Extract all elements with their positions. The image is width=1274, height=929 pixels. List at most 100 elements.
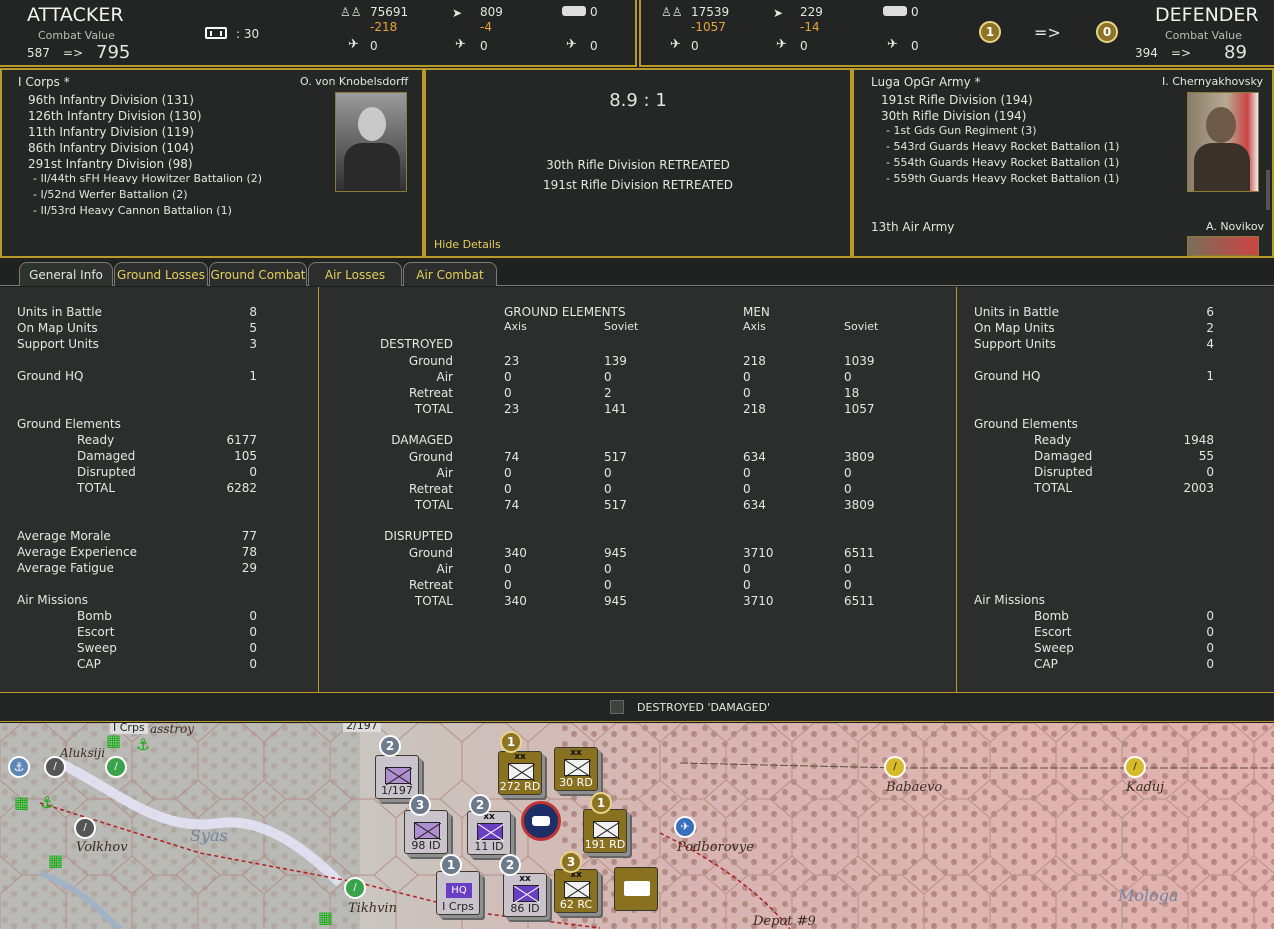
gun-icon: ➤ [452,6,463,20]
supply-counter[interactable] [614,867,658,911]
loss-row-label: Air [436,562,453,576]
att-air2: 0 [480,39,488,53]
loss-row-label: Ground [408,546,453,560]
airbase-icon[interactable]: / [74,817,96,839]
stat-label: Ready [1034,433,1072,447]
def-guns-loss: -14 [800,20,820,34]
unit-counter[interactable]: xx 86 ID [503,873,547,917]
attacker-commander-portrait[interactable] [335,92,407,192]
unit-counter[interactable]: HQ I Crps [436,871,480,915]
support-item[interactable]: - 559th Guards Heavy Rocket Battalion (1… [886,171,1119,187]
loss-value: 0 [743,386,751,400]
tab-general-info[interactable]: General Info [19,262,113,286]
stat-value: 77 [241,529,257,543]
unit-counter[interactable]: xx 11 ID [467,811,511,855]
support-item[interactable]: - I/52nd Werfer Battalion (2) [33,187,262,203]
place-label: Babaevo [886,780,943,795]
stat-label: Average Experience [17,545,138,559]
airbase-icon[interactable]: / [44,756,66,778]
support-item[interactable]: - II/53rd Heavy Cannon Battalion (1) [33,203,262,219]
unit-counter[interactable]: 191 RD [583,809,627,853]
loss-value: 0 [504,386,512,400]
tab-air-losses[interactable]: Air Losses [308,262,402,286]
airbase-icon[interactable]: / [884,756,906,778]
stat-label: TOTAL [77,481,116,495]
airbase-icon[interactable]: / [1124,756,1146,778]
loss-value: 74 [504,450,520,464]
division-item[interactable]: 96th Infantry Division (131) [28,92,202,108]
stat-value: 0 [249,609,257,623]
support-item[interactable]: - 1st Gds Gun Regiment (3) [886,123,1119,139]
unit-counter[interactable]: 98 ID [404,810,448,854]
support-item[interactable]: - 543rd Guards Heavy Rocket Battalion (1… [886,139,1119,155]
defender-commander-portrait[interactable] [1187,92,1259,192]
attacker-level-badge: 1 [979,21,1001,43]
airbase-icon[interactable]: / [105,756,127,778]
loss-row-label: TOTAL [414,498,453,512]
unit-level-badge: 1 [500,731,522,753]
destroyed-damaged-checkbox[interactable] [610,700,624,714]
unit-counter[interactable]: xx 62 RC [554,869,598,913]
anchor-icon: ⚓ [136,735,151,754]
tank-icon [562,6,586,16]
air-hq[interactable]: 13th Air Army [871,219,954,235]
infantry-symbol [564,759,591,777]
stat-label: Support Units [974,337,1056,351]
stat-value: 0 [249,657,257,671]
division-item[interactable]: 291st Infantry Division (98) [28,156,202,172]
unit-label: 30 RD [559,776,593,789]
air-commander: A. Novikov [1206,220,1265,233]
combat-marker-icon[interactable] [521,801,561,841]
unit-counter[interactable]: xx 30 RD [554,747,598,791]
right-stats-panel: Units in Battle 6 On Map Units 2 Support Uni… [957,287,1274,692]
place-label: asstroy [150,723,195,736]
stat-value: 5 [249,321,257,335]
stat-label: Bomb [1034,609,1069,623]
airbase-icon[interactable]: / [344,877,366,899]
left-stats-panel: Units in Battle 8 On Map Units 5 Support Uni… [0,287,319,692]
stat-value: 2003 [1183,481,1214,495]
division-item[interactable]: 191st Rifle Division (194) [881,92,1033,108]
stat-label: Disrupted [1034,465,1093,479]
division-item[interactable]: 126th Infantry Division (130) [28,108,202,124]
tab-air-combat[interactable]: Air Combat [403,262,497,286]
unit-counter[interactable]: xx 272 RD [498,751,542,795]
defender-hq[interactable]: Luga OpGr Army * [871,74,981,90]
def-men: 17539 [691,5,730,19]
attacker-header: ATTACKER Combat Value 587 => 795 : 30 ♙♙… [0,0,637,67]
scrollbar[interactable] [1266,170,1270,210]
infantry-symbol [477,823,504,841]
game-map[interactable]: Volkhov Tikhvin Podborovye Babaevo Kaduj… [0,723,1274,929]
defender-cv-label: Combat Value [1165,29,1242,42]
airbase-icon[interactable]: ✈ [674,816,696,838]
loss-value: 23 [504,354,520,368]
attacker-hq[interactable]: I Corps * [18,74,70,90]
support-item[interactable]: - 554th Guards Heavy Rocket Battalion (1… [886,155,1119,171]
fortification-icon: ▦ [318,908,334,927]
port-icon[interactable]: ⚓ [8,756,30,778]
stat-label: Damaged [1034,449,1093,463]
division-item[interactable]: 86th Infantry Division (104) [28,140,202,156]
def-air1: 0 [691,39,699,53]
loss-value: 218 [743,402,766,416]
division-item[interactable]: 11th Infantry Division (119) [28,124,202,140]
size-marker: xx [519,874,531,884]
tab-ground-losses[interactable]: Ground Losses [114,262,208,286]
hide-details-link[interactable]: Hide Details [434,238,501,251]
stat-label: Support Units [17,337,99,351]
stat-value: 8 [249,305,257,319]
stat-label: Air Missions [17,593,89,607]
division-item[interactable]: 30th Rifle Division (194) [881,108,1033,124]
stat-label: Damaged [77,449,136,463]
attacker-units-panel: I Corps * O. von Knobelsdorff 96th Infan… [0,68,424,258]
unit-counter[interactable]: 1/197 [375,755,419,799]
air-commander-portrait[interactable] [1187,236,1259,256]
loss-value: 0 [604,562,612,576]
unit-level-badge: 1 [440,854,462,876]
defender-commander: I. Chernyakhovsky [1162,75,1264,88]
loss-value: 0 [844,578,852,592]
unit-level-badge: 3 [409,794,431,816]
odds: 8.9 : 1 [609,90,667,111]
tab-ground-combat[interactable]: Ground Combat [209,262,307,286]
support-item[interactable]: - II/44th sFH Heavy Howitzer Battalion (… [33,171,262,187]
